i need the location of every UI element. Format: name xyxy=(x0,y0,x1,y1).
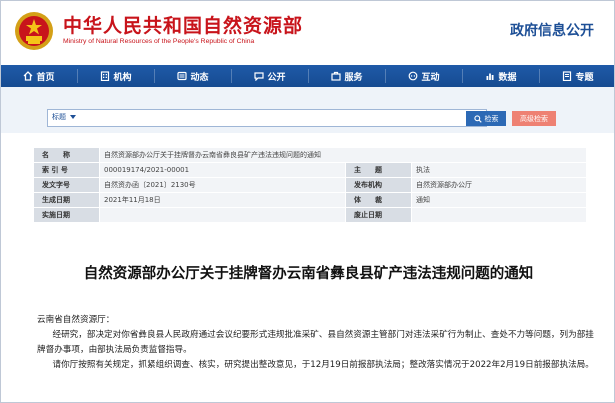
meta-value-type: 通知 xyxy=(410,192,588,208)
nav-item-data[interactable]: 数据 xyxy=(463,65,539,87)
table-row: 索 引 号 000019174/2021-00001 主 题 执法 xyxy=(33,162,588,178)
nav-item-service[interactable]: 服务 xyxy=(309,65,385,87)
nav-item-public[interactable]: 公开 xyxy=(232,65,308,87)
meta-label-impl-date: 实施日期 xyxy=(33,207,100,223)
search-scope-label: 标题 xyxy=(52,113,66,121)
meta-label-index: 索 引 号 xyxy=(33,162,100,178)
nav-item-news[interactable]: 动态 xyxy=(155,65,231,87)
page-frame: 中华人民共和国自然资源部 Ministry of Natural Resourc… xyxy=(0,0,615,403)
meta-value-doc-no: 自然资办函〔2021〕2130号 xyxy=(99,177,346,193)
table-row: 发文字号 自然资办函〔2021〕2130号 发布机构 自然资源部办公厅 xyxy=(33,177,588,193)
chat-icon xyxy=(254,72,265,81)
nav-label: 动态 xyxy=(190,72,209,83)
meta-label-issuer: 发布机构 xyxy=(345,177,412,193)
interact-icon xyxy=(409,71,418,81)
nav-label: 首页 xyxy=(36,72,55,83)
service-icon xyxy=(331,71,342,81)
meta-label-date: 生成日期 xyxy=(33,192,100,208)
advanced-search-button[interactable]: 高级检索 xyxy=(512,111,556,126)
search-input[interactable] xyxy=(88,111,468,125)
site-title[interactable]: 中华人民共和国自然资源部 xyxy=(63,11,303,38)
search-button-label: 检索 xyxy=(484,114,499,123)
nav-label: 机构 xyxy=(113,72,132,83)
table-row: 名 称 自然资源部办公厅关于挂牌督办云南省彝良县矿产违法违规问题的通知 xyxy=(33,147,588,163)
chart-icon xyxy=(486,73,494,80)
search-icon xyxy=(473,114,482,123)
nav-label: 服务 xyxy=(344,72,363,83)
meta-value-subject: 执法 xyxy=(410,162,588,178)
nav-item-org[interactable]: 机构 xyxy=(78,65,154,87)
site-subtitle: Ministry of Natural Resources of the Peo… xyxy=(63,38,255,45)
nav-item-interact[interactable]: 互动 xyxy=(386,65,462,87)
meta-value-expire-date xyxy=(410,207,588,223)
building-icon xyxy=(101,71,110,81)
chevron-down-icon xyxy=(70,115,76,119)
meta-value-impl-date xyxy=(99,207,346,223)
meta-label-subject: 主 题 xyxy=(345,162,412,178)
nav-label: 公开 xyxy=(267,72,286,83)
article-salutation: 云南省自然资源厅： xyxy=(37,315,115,325)
table-row: 生成日期 2021年11月18日 体 裁 通知 xyxy=(33,192,588,208)
site-header: 中华人民共和国自然资源部 Ministry of Natural Resourc… xyxy=(1,1,614,65)
nav-label: 互动 xyxy=(421,72,440,83)
nav-item-home[interactable]: 首页 xyxy=(1,65,77,87)
home-icon xyxy=(24,71,33,81)
meta-value-name: 自然资源部办公厅关于挂牌督办云南省彝良县矿产违法违规问题的通知 xyxy=(98,147,588,163)
meta-value-date: 2021年11月18日 xyxy=(99,192,346,208)
national-emblem-icon xyxy=(15,12,53,50)
topic-icon xyxy=(563,71,572,81)
nav-label: 数据 xyxy=(498,72,517,83)
search-scope-select[interactable]: 标题 xyxy=(52,112,76,122)
meta-value-index: 000019174/2021-00001 xyxy=(99,162,346,178)
table-row: 实施日期 废止日期 xyxy=(33,207,588,223)
gov-info-heading[interactable]: 政府信息公开 xyxy=(510,20,594,40)
nav-label: 专题 xyxy=(575,72,594,83)
main-nav: 首页 机构 动态 公开 服务 互动 数据 专题 xyxy=(1,65,614,87)
meta-label-doc-no: 发文字号 xyxy=(33,177,100,193)
article-paragraph: 请你厅按照有关规定，抓紧组织调查、核实，研究提出整改意见，于12月19日前报部执… xyxy=(52,360,594,370)
search-button[interactable]: 检索 xyxy=(466,111,506,126)
meta-label-type: 体 裁 xyxy=(345,192,412,208)
meta-label-name: 名 称 xyxy=(33,147,100,163)
article-title: 自然资源部办公厅关于挂牌督办云南省彝良县矿产违法违规问题的通知 xyxy=(83,266,534,282)
meta-label-expire-date: 废止日期 xyxy=(345,207,412,223)
news-icon xyxy=(177,71,188,81)
article-body: 云南省自然资源厅： 经研究，部决定对你省彝良县人民政府通过会议纪要形式违规批准采… xyxy=(37,313,597,373)
document-meta-table: 名 称 自然资源部办公厅关于挂牌督办云南省彝良县矿产违法违规问题的通知 索 引 … xyxy=(33,147,588,223)
nav-item-topic[interactable]: 专题 xyxy=(540,65,614,87)
search-box: 标题 xyxy=(47,109,487,127)
meta-value-issuer: 自然资源部办公厅 xyxy=(410,177,588,193)
article-paragraph: 经研究，部决定对你省彝良县人民政府通过会议纪要形式违规批准采矿、县自然资源主管部… xyxy=(37,330,594,355)
